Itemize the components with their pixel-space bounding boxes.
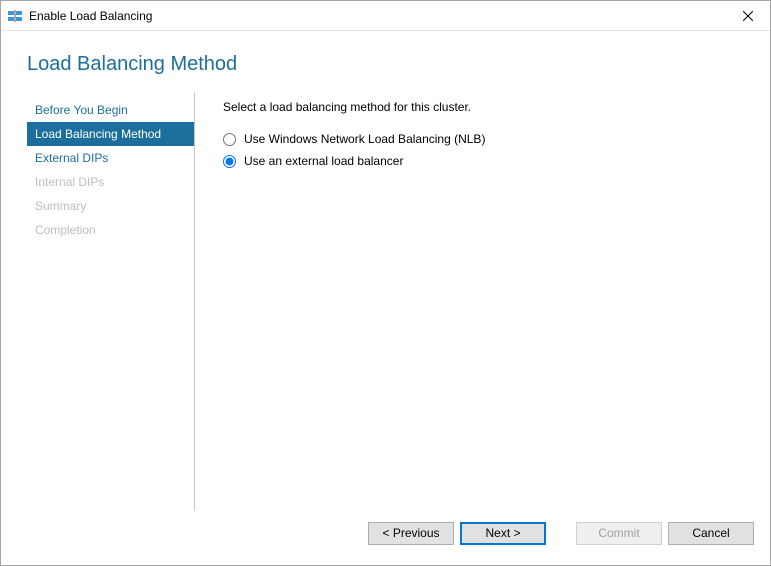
sidebar-item-internal-dips: Internal DIPs: [27, 170, 194, 194]
option-nlb[interactable]: Use Windows Network Load Balancing (NLB): [223, 132, 738, 146]
option-external[interactable]: Use an external load balancer: [223, 154, 738, 168]
window-title: Enable Load Balancing: [29, 9, 725, 23]
wizard-sidebar: Before You Begin Load Balancing Method E…: [27, 92, 195, 511]
radio-external[interactable]: [223, 155, 236, 168]
body-area: Before You Begin Load Balancing Method E…: [1, 92, 770, 511]
page-title: Load Balancing Method: [27, 53, 770, 76]
sidebar-item-completion: Completion: [27, 218, 194, 242]
radio-external-label[interactable]: Use an external load balancer: [244, 154, 403, 168]
sidebar-item-load-balancing-method[interactable]: Load Balancing Method: [27, 122, 194, 146]
close-button[interactable]: [725, 1, 770, 30]
cancel-button[interactable]: Cancel: [668, 522, 754, 545]
next-button[interactable]: Next >: [460, 522, 546, 545]
load-balancer-icon: [7, 8, 23, 24]
previous-button[interactable]: < Previous: [368, 522, 454, 545]
commit-button: Commit: [576, 522, 662, 545]
header-area: Load Balancing Method: [1, 31, 770, 92]
wizard-footer: < Previous Next > Commit Cancel: [1, 511, 770, 565]
close-icon: [743, 11, 753, 21]
instruction-text: Select a load balancing method for this …: [223, 100, 738, 114]
wizard-window: Enable Load Balancing Load Balancing Met…: [0, 0, 771, 566]
radio-nlb-label[interactable]: Use Windows Network Load Balancing (NLB): [244, 132, 485, 146]
sidebar-item-summary: Summary: [27, 194, 194, 218]
titlebar: Enable Load Balancing: [1, 1, 770, 31]
sidebar-item-external-dips[interactable]: External DIPs: [27, 146, 194, 170]
wizard-content: Select a load balancing method for this …: [195, 92, 750, 511]
radio-nlb[interactable]: [223, 133, 236, 146]
sidebar-item-before-you-begin[interactable]: Before You Begin: [27, 98, 194, 122]
